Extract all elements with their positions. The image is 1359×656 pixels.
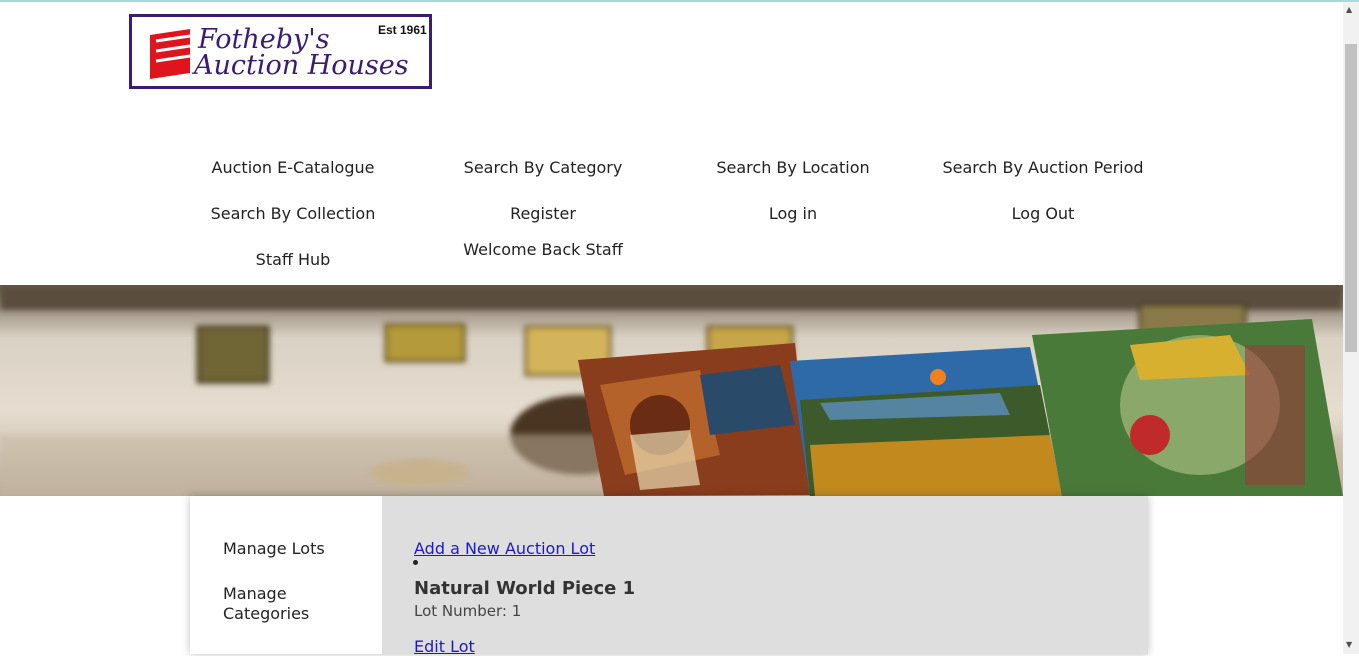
nav-register[interactable]: Register	[418, 204, 668, 223]
painting-2	[790, 347, 1062, 496]
scroll-down-icon[interactable]: ▼	[1346, 640, 1352, 649]
logo-line2: Auction Houses	[191, 50, 409, 81]
lot-title: Natural World Piece 1	[414, 578, 636, 599]
nav-staff-hub[interactable]: Staff Hub	[168, 250, 418, 269]
content-panel: Manage Lots Manage Categories Add a New …	[190, 496, 1148, 656]
nav-auction-e-catalogue[interactable]: Auction E-Catalogue	[168, 158, 418, 177]
nav-log-out[interactable]: Log Out	[918, 204, 1168, 223]
banner-image	[0, 285, 1343, 496]
site-logo[interactable]: Fotheby's Auction Houses Est 1961	[129, 14, 432, 89]
nav-search-by-collection[interactable]: Search By Collection	[168, 204, 418, 223]
scroll-thumb[interactable]	[1345, 44, 1357, 352]
add-new-lot-link[interactable]: Add a New Auction Lot	[414, 539, 595, 558]
staff-sidebar: Manage Lots Manage Categories	[190, 496, 382, 654]
window-top-border	[0, 0, 1359, 2]
nav-search-by-category[interactable]: Search By Category	[418, 158, 668, 177]
logo-graphic: Fotheby's Auction Houses Est 1961	[150, 23, 427, 81]
hero-banner	[0, 285, 1343, 496]
nav-search-by-location[interactable]: Search By Location	[668, 158, 918, 177]
nav-search-by-auction-period[interactable]: Search By Auction Period	[918, 158, 1168, 177]
list-bullet	[413, 560, 418, 565]
nav-log-in[interactable]: Log in	[668, 204, 918, 223]
scroll-up-icon[interactable]: ▲	[1346, 5, 1352, 14]
logo-est: Est 1961	[378, 23, 427, 37]
welcome-message: Welcome Back Staff	[463, 240, 623, 259]
sidebar-manage-lots[interactable]: Manage Lots	[223, 539, 325, 559]
painting-1	[578, 343, 812, 496]
painting-3	[1032, 319, 1343, 496]
lots-panel: Add a New Auction Lot Natural World Piec…	[382, 496, 1148, 656]
page-scrollbar[interactable]: ▲ ▼	[1343, 2, 1359, 654]
lot-number: Lot Number: 1	[414, 602, 522, 620]
edit-lot-link[interactable]: Edit Lot	[414, 637, 475, 656]
sidebar-manage-categories[interactable]: Manage Categories	[223, 584, 333, 624]
